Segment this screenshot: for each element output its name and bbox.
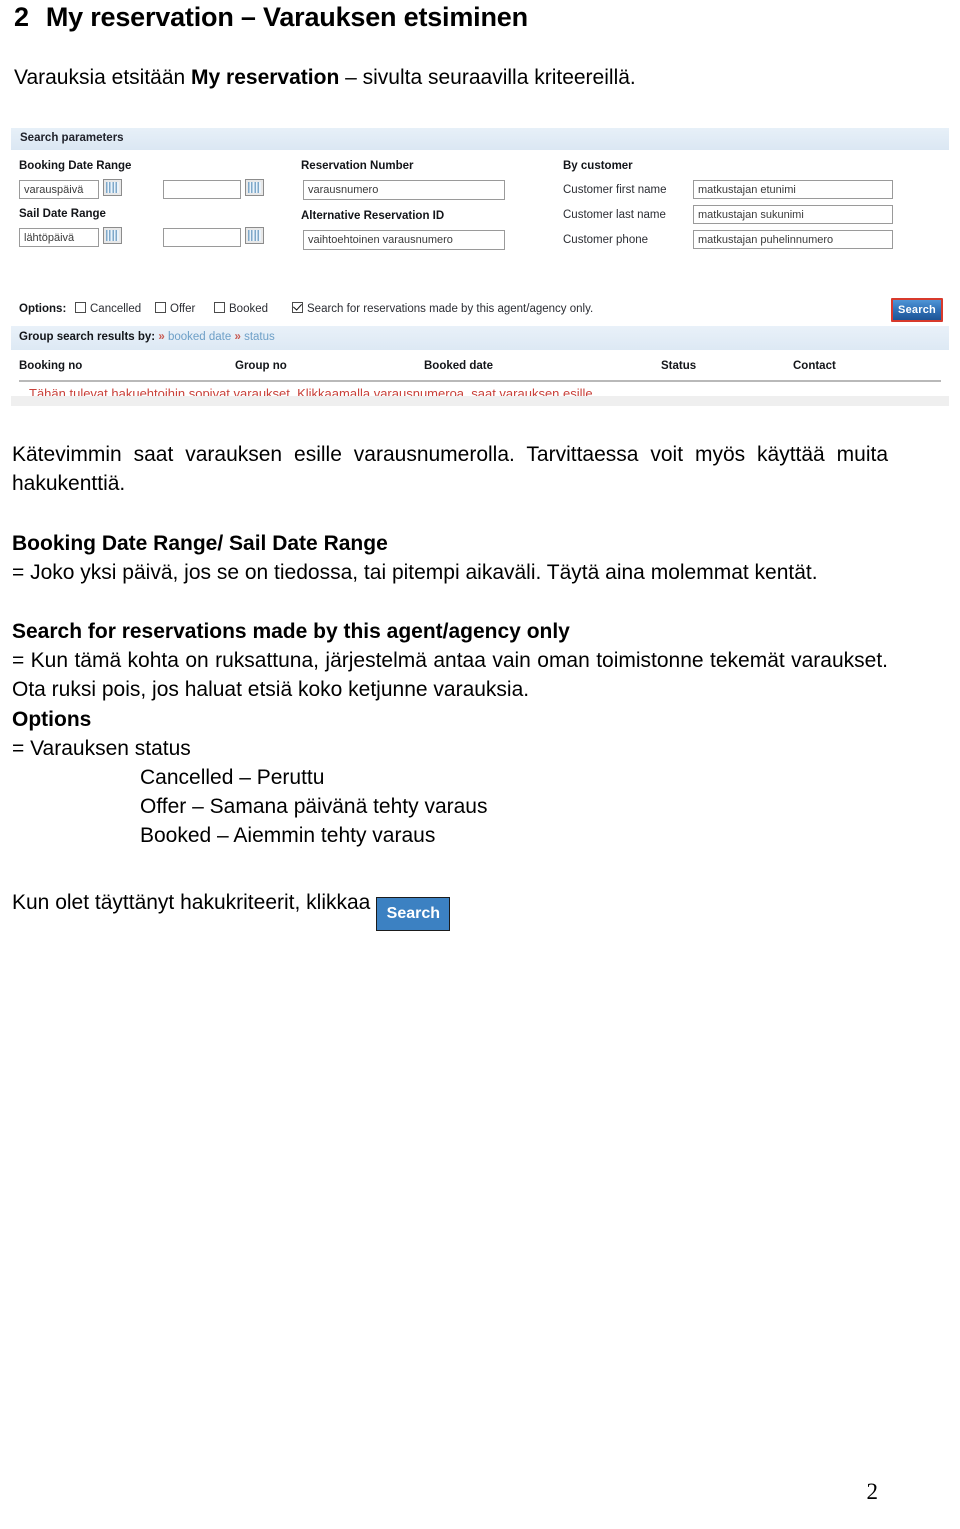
inline-search-button[interactable]: Search — [376, 897, 451, 931]
checkbox-booked-label: Booked — [229, 303, 269, 315]
booking-date-to-input[interactable] — [163, 180, 241, 199]
checkbox-cancelled-label: Cancelled — [90, 303, 142, 315]
customer-last-name-input[interactable]: matkustajan sukunimi — [693, 205, 893, 224]
booking-date-from-calendar-icon[interactable] — [103, 179, 122, 196]
status-item-booked: Booked – Aiemmin tehty varaus — [140, 824, 436, 847]
section-options-title: Options — [12, 708, 92, 731]
section-booking-date-range-text: = Joko yksi päivä, jos se on tiedossa, t… — [12, 561, 818, 584]
booking-date-to-calendar-icon[interactable] — [245, 179, 264, 196]
column-header-status[interactable]: Status — [661, 360, 696, 372]
column-header-group-no[interactable]: Group no — [235, 360, 287, 372]
search-form: Booking Date Range varauspäivä Sail Date… — [11, 150, 949, 296]
search-button-label: Search — [898, 304, 936, 316]
checkbox-agent-only[interactable]: Search for reservations made by this age… — [292, 302, 593, 316]
section-options: Options = Varauksen status — [12, 705, 888, 763]
search-parameters-title: Search parameters — [20, 132, 124, 144]
booking-date-from-input[interactable]: varauspäivä — [19, 180, 99, 199]
section-booking-date-range: Booking Date Range/ Sail Date Range = Jo… — [12, 529, 888, 587]
sail-date-to-calendar-icon[interactable] — [245, 227, 264, 244]
column-header-booking-no[interactable]: Booking no — [19, 360, 82, 372]
search-parameters-bar: Search parameters — [11, 128, 949, 150]
options-row: Options: Cancelled Offer Booked Search f… — [11, 296, 949, 326]
sail-date-from-calendar-icon[interactable] — [103, 227, 122, 244]
paragraph-intro-tip: Kätevimmin saat varauksen esille varausn… — [12, 443, 888, 495]
checkbox-booked[interactable]: Booked — [214, 302, 268, 316]
inline-search-button-label: Search — [386, 905, 441, 922]
intro-text-before: Varauksia etsitään — [14, 66, 192, 89]
reservation-number-label: Reservation Number — [301, 160, 414, 172]
section-agent-only-title: Search for reservations made by this age… — [12, 620, 570, 643]
closing-instruction: Kun olet täyttänyt hakukriteerit, klikka… — [12, 888, 451, 931]
checkbox-cancelled[interactable]: Cancelled — [75, 302, 141, 316]
group-link-booked-date[interactable]: booked date — [168, 331, 231, 343]
customer-first-name-label: Customer first name — [563, 184, 667, 196]
table-header-divider — [19, 380, 941, 382]
reservation-number-input[interactable]: varausnumero — [303, 180, 505, 200]
sail-date-to-input[interactable] — [163, 228, 241, 247]
page-number: 2 — [866, 1479, 879, 1504]
closing-instruction-text: Kun olet täyttänyt hakukriteerit, klikka… — [12, 891, 371, 914]
section-options-text: = Varauksen status — [12, 737, 191, 760]
by-customer-label: By customer — [563, 160, 633, 172]
checkbox-agent-only-box[interactable] — [292, 302, 303, 313]
group-results-label-wrap: Group search results by: » booked date »… — [19, 331, 275, 343]
checkbox-booked-box[interactable] — [214, 302, 225, 313]
sail-date-range-label: Sail Date Range — [19, 208, 106, 220]
group-arrow-icon-2: » — [234, 331, 241, 343]
status-item-cancelled: Cancelled – Peruttu — [140, 766, 325, 789]
customer-phone-input[interactable]: matkustajan puhelinnumero — [693, 230, 893, 249]
application-screenshot: Search parameters Booking Date Range var… — [11, 128, 949, 406]
page-title-text: My reservation – Varauksen etsiminen — [45, 2, 528, 32]
options-label: Options: — [19, 303, 67, 315]
column-header-booked-date[interactable]: Booked date — [424, 360, 493, 372]
checkbox-offer-label: Offer — [170, 303, 196, 315]
booking-date-range-label: Booking Date Range — [19, 160, 132, 172]
checkbox-agent-only-label: Search for reservations made by this age… — [307, 303, 594, 315]
checkbox-offer-box[interactable] — [155, 302, 166, 313]
screenshot-footer-strip — [11, 396, 949, 406]
checkbox-cancelled-box[interactable] — [75, 302, 86, 313]
section-booking-date-range-title: Booking Date Range/ Sail Date Range — [12, 532, 388, 555]
group-results-bar: Group search results by: » booked date »… — [11, 326, 949, 350]
search-button[interactable]: Search — [891, 298, 943, 322]
intro-text-bold: My reservation — [191, 66, 340, 89]
sail-date-from-input[interactable]: lähtöpäivä — [19, 228, 99, 247]
customer-first-name-input[interactable]: matkustajan etunimi — [693, 180, 893, 199]
customer-last-name-label: Customer last name — [563, 209, 666, 221]
checkbox-offer[interactable]: Offer — [155, 302, 195, 316]
customer-phone-label: Customer phone — [563, 234, 649, 246]
alternative-reservation-id-input[interactable]: vaihtoehtoinen varausnumero — [303, 230, 505, 250]
intro-text-after: – sivulta seuraavilla kriteereillä. — [339, 66, 636, 89]
page-title-number: 2 — [14, 2, 29, 32]
status-options-list: Cancelled – Peruttu Offer – Samana päivä… — [140, 763, 487, 850]
intro-paragraph: Varauksia etsitään My reservation – sivu… — [14, 66, 636, 90]
group-arrow-icon-1: » — [158, 331, 165, 343]
section-agent-only: Search for reservations made by this age… — [12, 617, 888, 704]
group-link-status[interactable]: status — [244, 331, 275, 343]
status-item-offer: Offer – Samana päivänä tehty varaus — [140, 795, 488, 818]
alternative-reservation-id-label: Alternative Reservation ID — [301, 210, 445, 222]
section-agent-only-text: = Kun tämä kohta on ruksattuna, järjeste… — [12, 649, 888, 701]
column-header-contact[interactable]: Contact — [793, 360, 836, 372]
page-title: 2 My reservation – Varauksen etsiminen — [14, 2, 528, 33]
group-results-label: Group search results by: — [19, 331, 156, 343]
